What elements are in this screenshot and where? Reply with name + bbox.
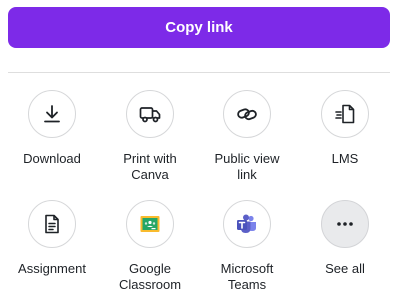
share-option-microsoft-teams[interactable]: Microsoft Teams	[201, 200, 293, 293]
share-option-label: Print with Canva	[123, 151, 177, 182]
google-classroom-icon	[126, 200, 174, 248]
more-dots-icon	[321, 200, 369, 248]
download-icon	[28, 90, 76, 138]
share-option-see-all[interactable]: See all	[299, 200, 391, 277]
truck-icon	[126, 90, 174, 138]
microsoft-teams-icon	[223, 200, 271, 248]
share-option-label: LMS	[331, 151, 359, 166]
copy-link-button[interactable]: Copy link	[8, 7, 390, 48]
share-option-public-view-link[interactable]: Public view link	[201, 90, 293, 183]
share-option-label: See all	[325, 261, 365, 276]
lms-document-icon	[321, 90, 369, 138]
divider	[8, 72, 390, 73]
assignment-document-icon	[28, 200, 76, 248]
share-option-label: Microsoft Teams	[220, 261, 274, 292]
share-option-label: Google Classroom	[118, 261, 182, 292]
share-option-label: Download	[23, 151, 81, 166]
share-option-label: Public view link	[214, 151, 280, 182]
share-option-lms[interactable]: LMS	[299, 90, 391, 167]
share-option-print-with-canva[interactable]: Print with Canva	[104, 90, 196, 183]
share-option-download[interactable]: Download	[6, 90, 98, 167]
link-icon	[223, 90, 271, 138]
share-option-assignment[interactable]: Assignment	[6, 200, 98, 277]
share-option-label: Assignment	[18, 261, 86, 276]
share-option-google-classroom[interactable]: Google Classroom	[104, 200, 196, 293]
